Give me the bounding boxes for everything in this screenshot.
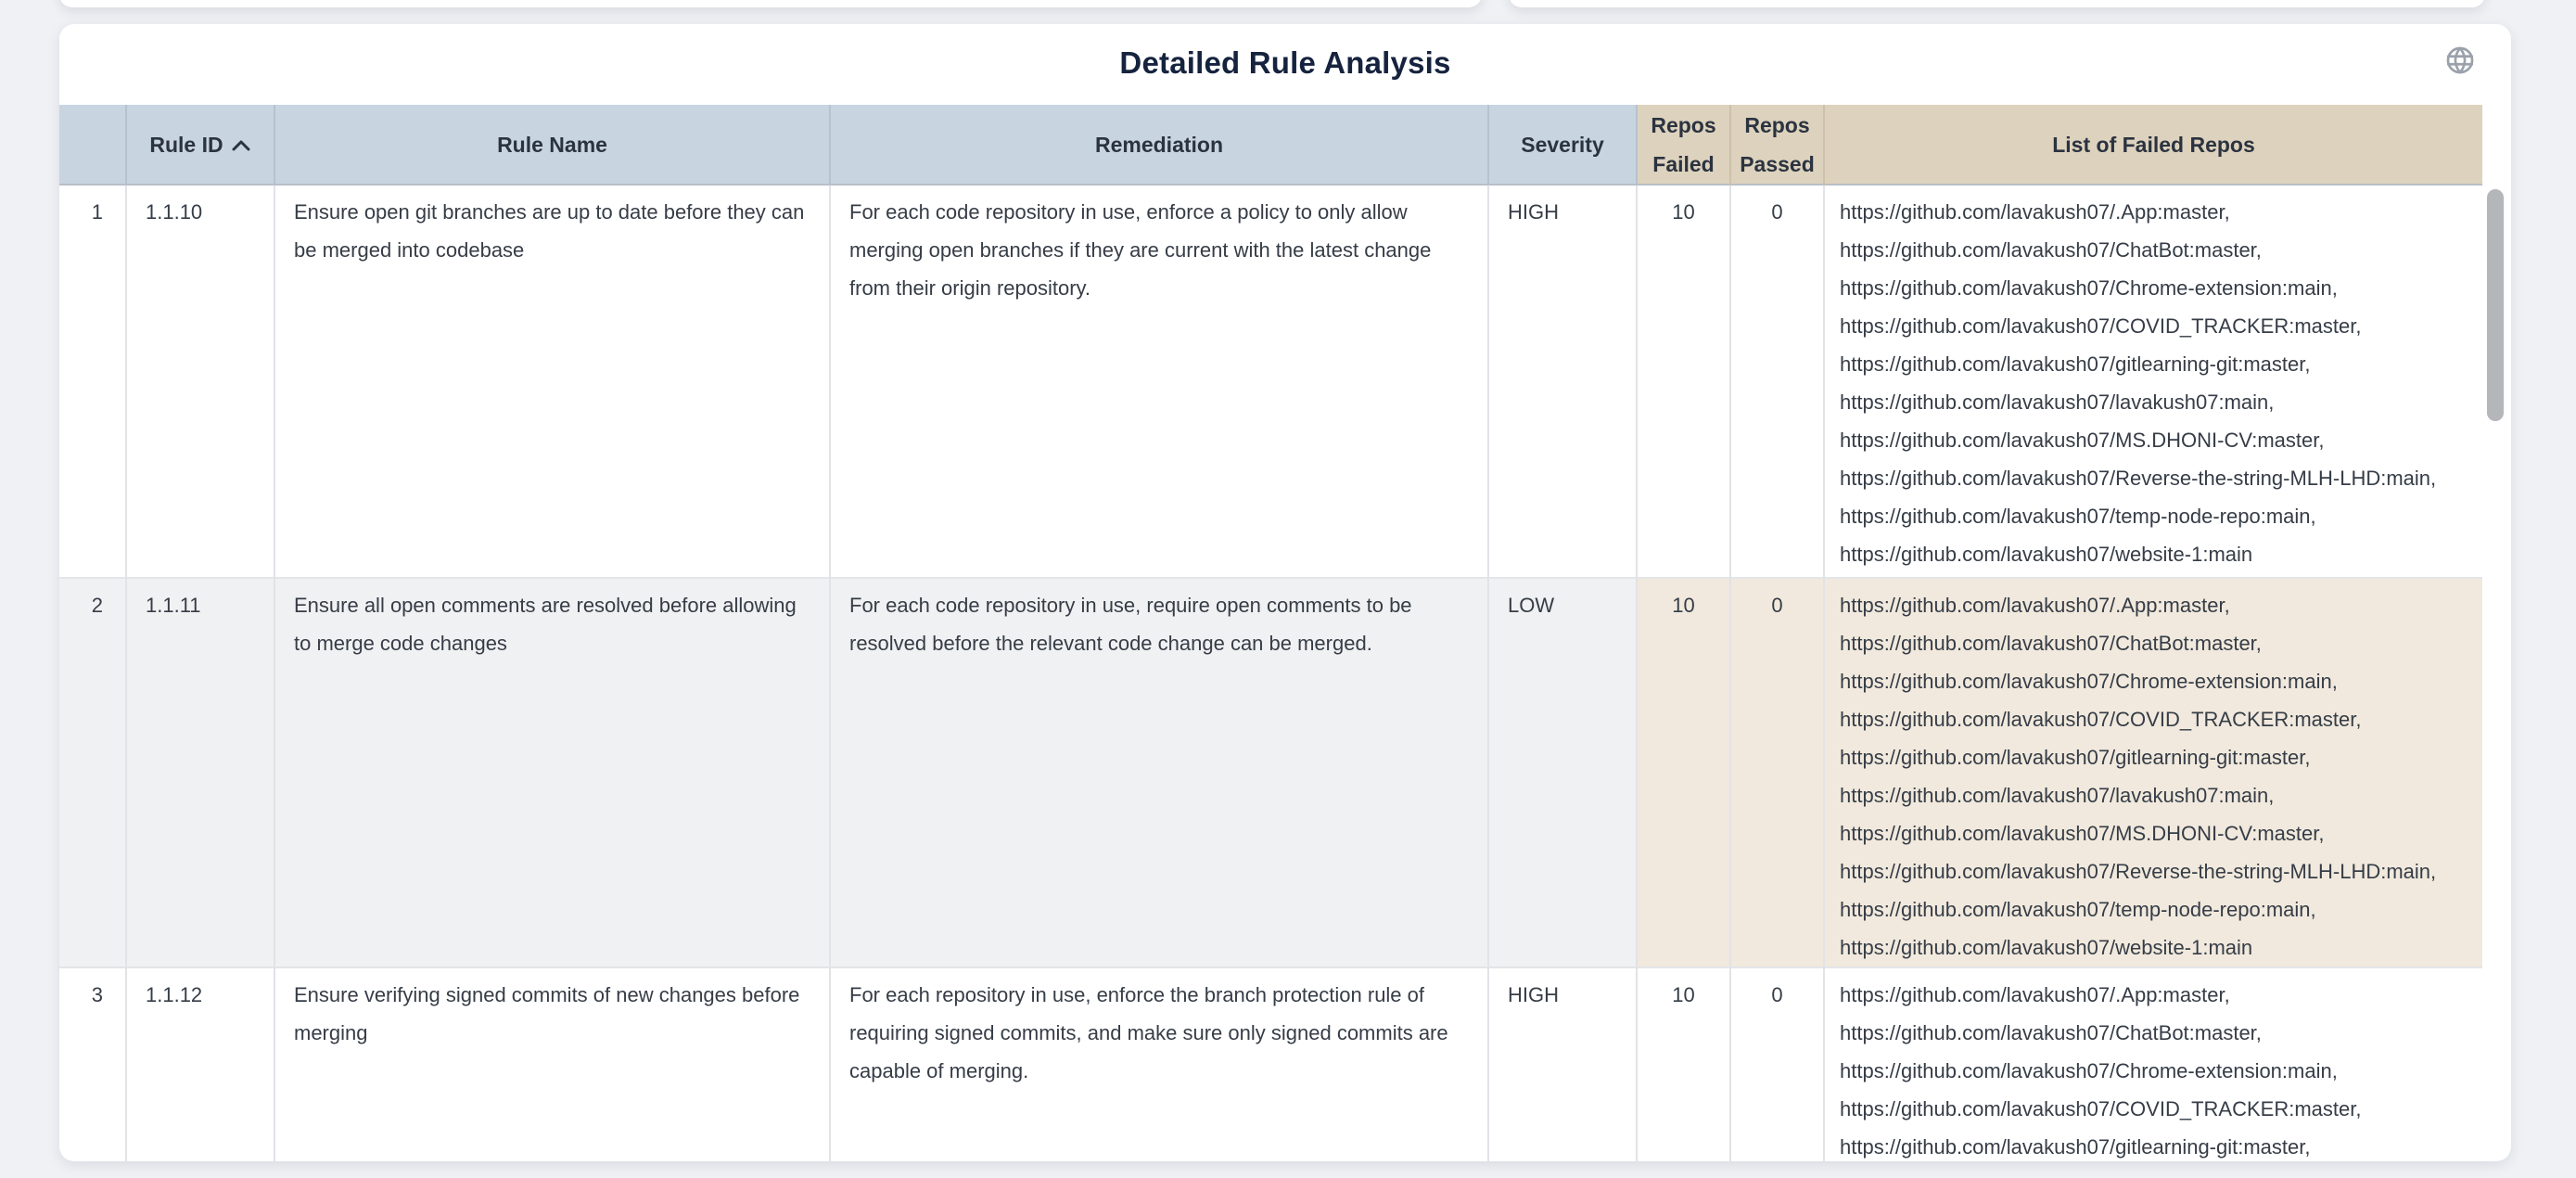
page-title: Detailed Rule Analysis <box>59 24 2511 82</box>
detailed-rule-analysis-card: Detailed Rule Analysis Rule ID <box>59 24 2511 1161</box>
previous-card-partial-left <box>59 0 1482 7</box>
sort-ascending-icon <box>231 125 251 164</box>
repos-passed-cell: 0 <box>1730 967 1824 1161</box>
header-repos-failed[interactable]: Repos Failed <box>1637 105 1730 185</box>
remediation-cell: For each code repository in use, enforce… <box>830 185 1488 578</box>
rule-name-cell: Ensure all open comments are resolved be… <box>274 578 830 967</box>
repos-passed-cell: 0 <box>1730 185 1824 578</box>
vertical-scrollbar[interactable] <box>2487 184 2504 1161</box>
header-severity[interactable]: Severity <box>1488 105 1637 185</box>
rule-id-cell: 1.1.12 <box>126 967 274 1161</box>
previous-card-partial-right <box>1509 0 2485 7</box>
rule-name-cell: Ensure verifying signed commits of new c… <box>274 967 830 1161</box>
repos-passed-cell: 0 <box>1730 578 1824 967</box>
severity-cell: HIGH <box>1488 185 1637 578</box>
remediation-cell: For each repository in use, enforce the … <box>830 967 1488 1161</box>
row-number: 1 <box>59 185 126 578</box>
header-remediation[interactable]: Remediation <box>830 105 1488 185</box>
table-row: 1 1.1.10 Ensure open git branches are up… <box>59 185 2482 578</box>
table-header-row: Rule ID Rule Name Remediation Severity R… <box>59 105 2482 185</box>
repos-failed-cell: 10 <box>1637 967 1730 1161</box>
table-row: 2 1.1.11 Ensure all open comments are re… <box>59 578 2482 967</box>
failed-repos-list-cell: https://github.com/lavakush07/.App:maste… <box>1824 967 2482 1161</box>
severity-cell: LOW <box>1488 578 1637 967</box>
table-row: 3 1.1.12 Ensure verifying signed commits… <box>59 967 2482 1161</box>
failed-repos-list-cell: https://github.com/lavakush07/.App:maste… <box>1824 185 2482 578</box>
row-number: 2 <box>59 578 126 967</box>
scrollbar-thumb[interactable] <box>2487 189 2504 421</box>
rule-name-cell: Ensure open git branches are up to date … <box>274 185 830 578</box>
rule-analysis-table: Rule ID Rule Name Remediation Severity R… <box>59 105 2482 1161</box>
rule-id-cell: 1.1.10 <box>126 185 274 578</box>
repos-failed-cell: 10 <box>1637 578 1730 967</box>
rule-id-cell: 1.1.11 <box>126 578 274 967</box>
failed-repos-list-cell: https://github.com/lavakush07/.App:maste… <box>1824 578 2482 967</box>
globe-icon[interactable] <box>2444 45 2476 76</box>
header-failed-repos-list[interactable]: List of Failed Repos <box>1824 105 2482 185</box>
repos-failed-cell: 10 <box>1637 185 1730 578</box>
card-header: Detailed Rule Analysis <box>59 24 2511 105</box>
severity-cell: HIGH <box>1488 967 1637 1161</box>
header-rule-name[interactable]: Rule Name <box>274 105 830 185</box>
row-number: 3 <box>59 967 126 1161</box>
header-repos-passed[interactable]: Repos Passed <box>1730 105 1824 185</box>
remediation-cell: For each code repository in use, require… <box>830 578 1488 967</box>
header-row-number <box>59 105 126 185</box>
header-rule-id[interactable]: Rule ID <box>126 105 274 185</box>
